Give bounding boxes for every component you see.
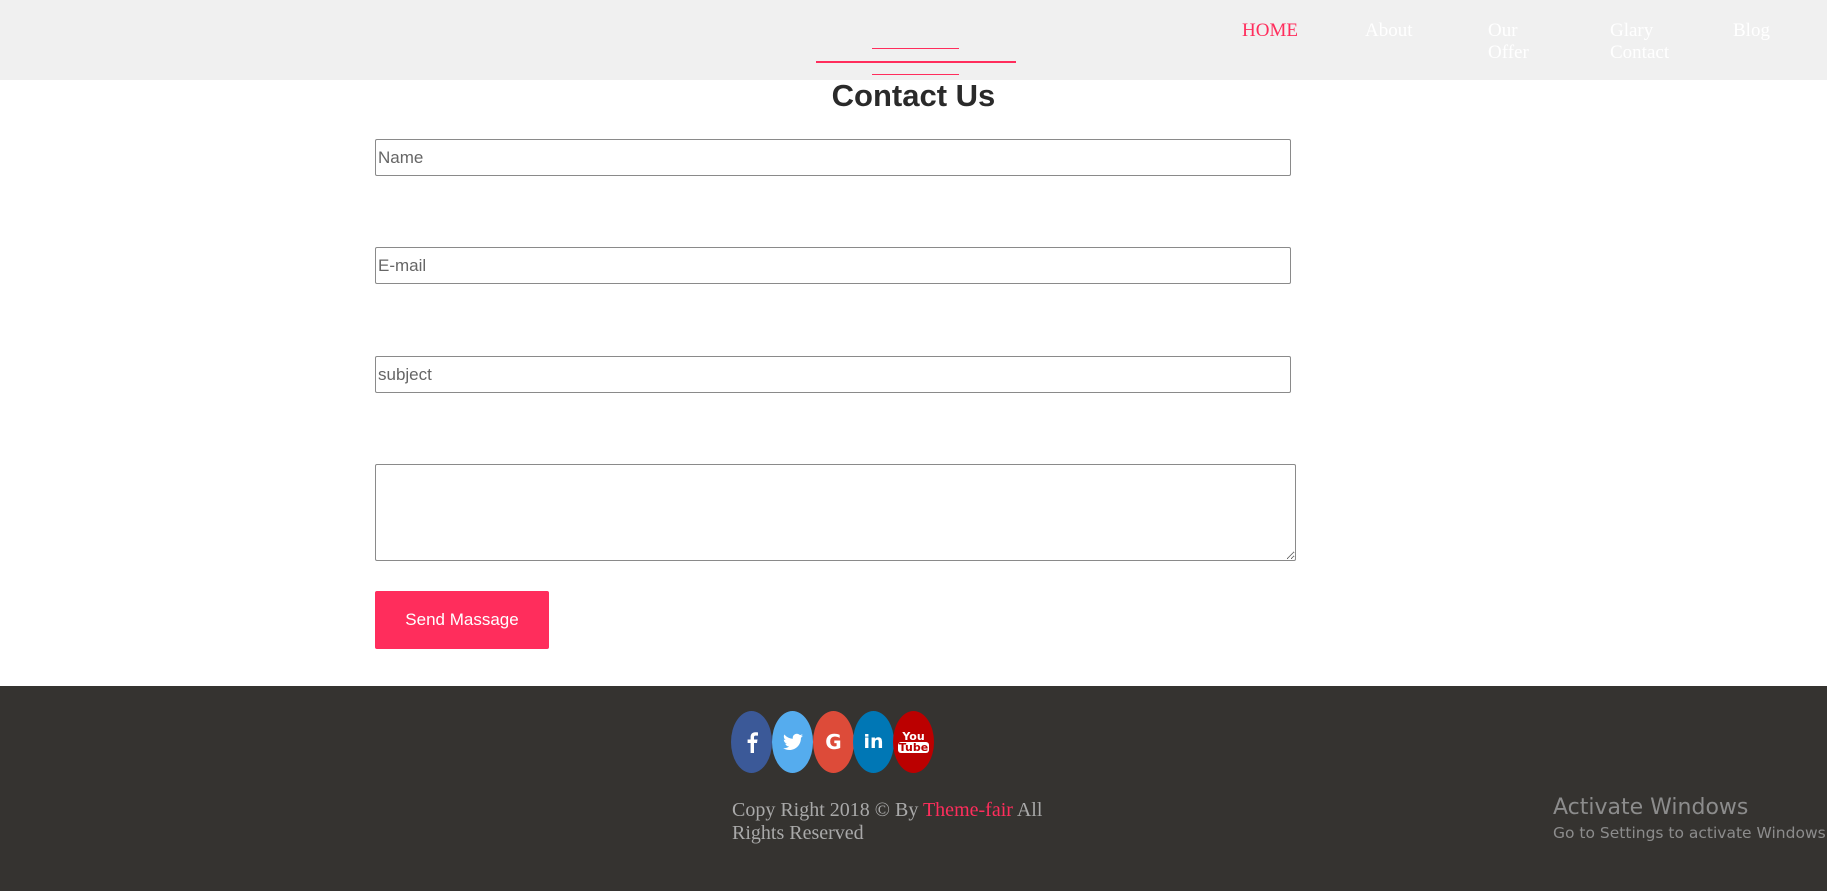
nav-glary-contact-link[interactable]: Glary Contact (1610, 20, 1690, 64)
nav-home-link[interactable]: HOME (1242, 20, 1298, 42)
title-decor-line-top (872, 48, 959, 49)
watermark-subtitle: Go to Settings to activate Windows. (1553, 824, 1827, 842)
activate-windows-watermark: Activate Windows Go to Settings to activ… (1553, 794, 1827, 844)
twitter-glyph (782, 733, 803, 750)
contact-title: Contact Us (831, 78, 996, 113)
watermark-title: Activate Windows (1553, 795, 1749, 820)
theme-fair-link[interactable]: Theme-fair (923, 799, 1013, 821)
nav-blog-link[interactable]: Blog (1733, 20, 1770, 42)
google-glyph: G (825, 730, 842, 754)
linkedin-glyph: in (863, 731, 884, 753)
youtube-icon[interactable]: You Tube (893, 711, 934, 773)
twitter-icon[interactable] (772, 711, 813, 773)
subject-input[interactable] (375, 356, 1291, 393)
facebook-glyph (747, 732, 758, 753)
linkedin-icon[interactable]: in (853, 711, 894, 773)
nav-our-offer-link[interactable]: Our Offer (1488, 20, 1558, 64)
email-input[interactable] (375, 247, 1291, 284)
title-decor-line-middle (816, 61, 1016, 63)
google-plus-icon[interactable]: G (813, 711, 854, 773)
facebook-icon[interactable] (731, 711, 772, 773)
message-textarea[interactable] (375, 464, 1296, 561)
copyright-prefix: Copy Right 2018 © By (732, 799, 923, 821)
copyright-text: Copy Right 2018 © By Theme-fair All Righ… (732, 799, 1052, 845)
title-decor-line-bottom (872, 74, 959, 75)
send-message-button[interactable]: Send Massage (375, 591, 549, 649)
nav-about-link[interactable]: About (1365, 20, 1413, 42)
name-input[interactable] (375, 139, 1291, 176)
youtube-glyph: You Tube (897, 730, 930, 754)
